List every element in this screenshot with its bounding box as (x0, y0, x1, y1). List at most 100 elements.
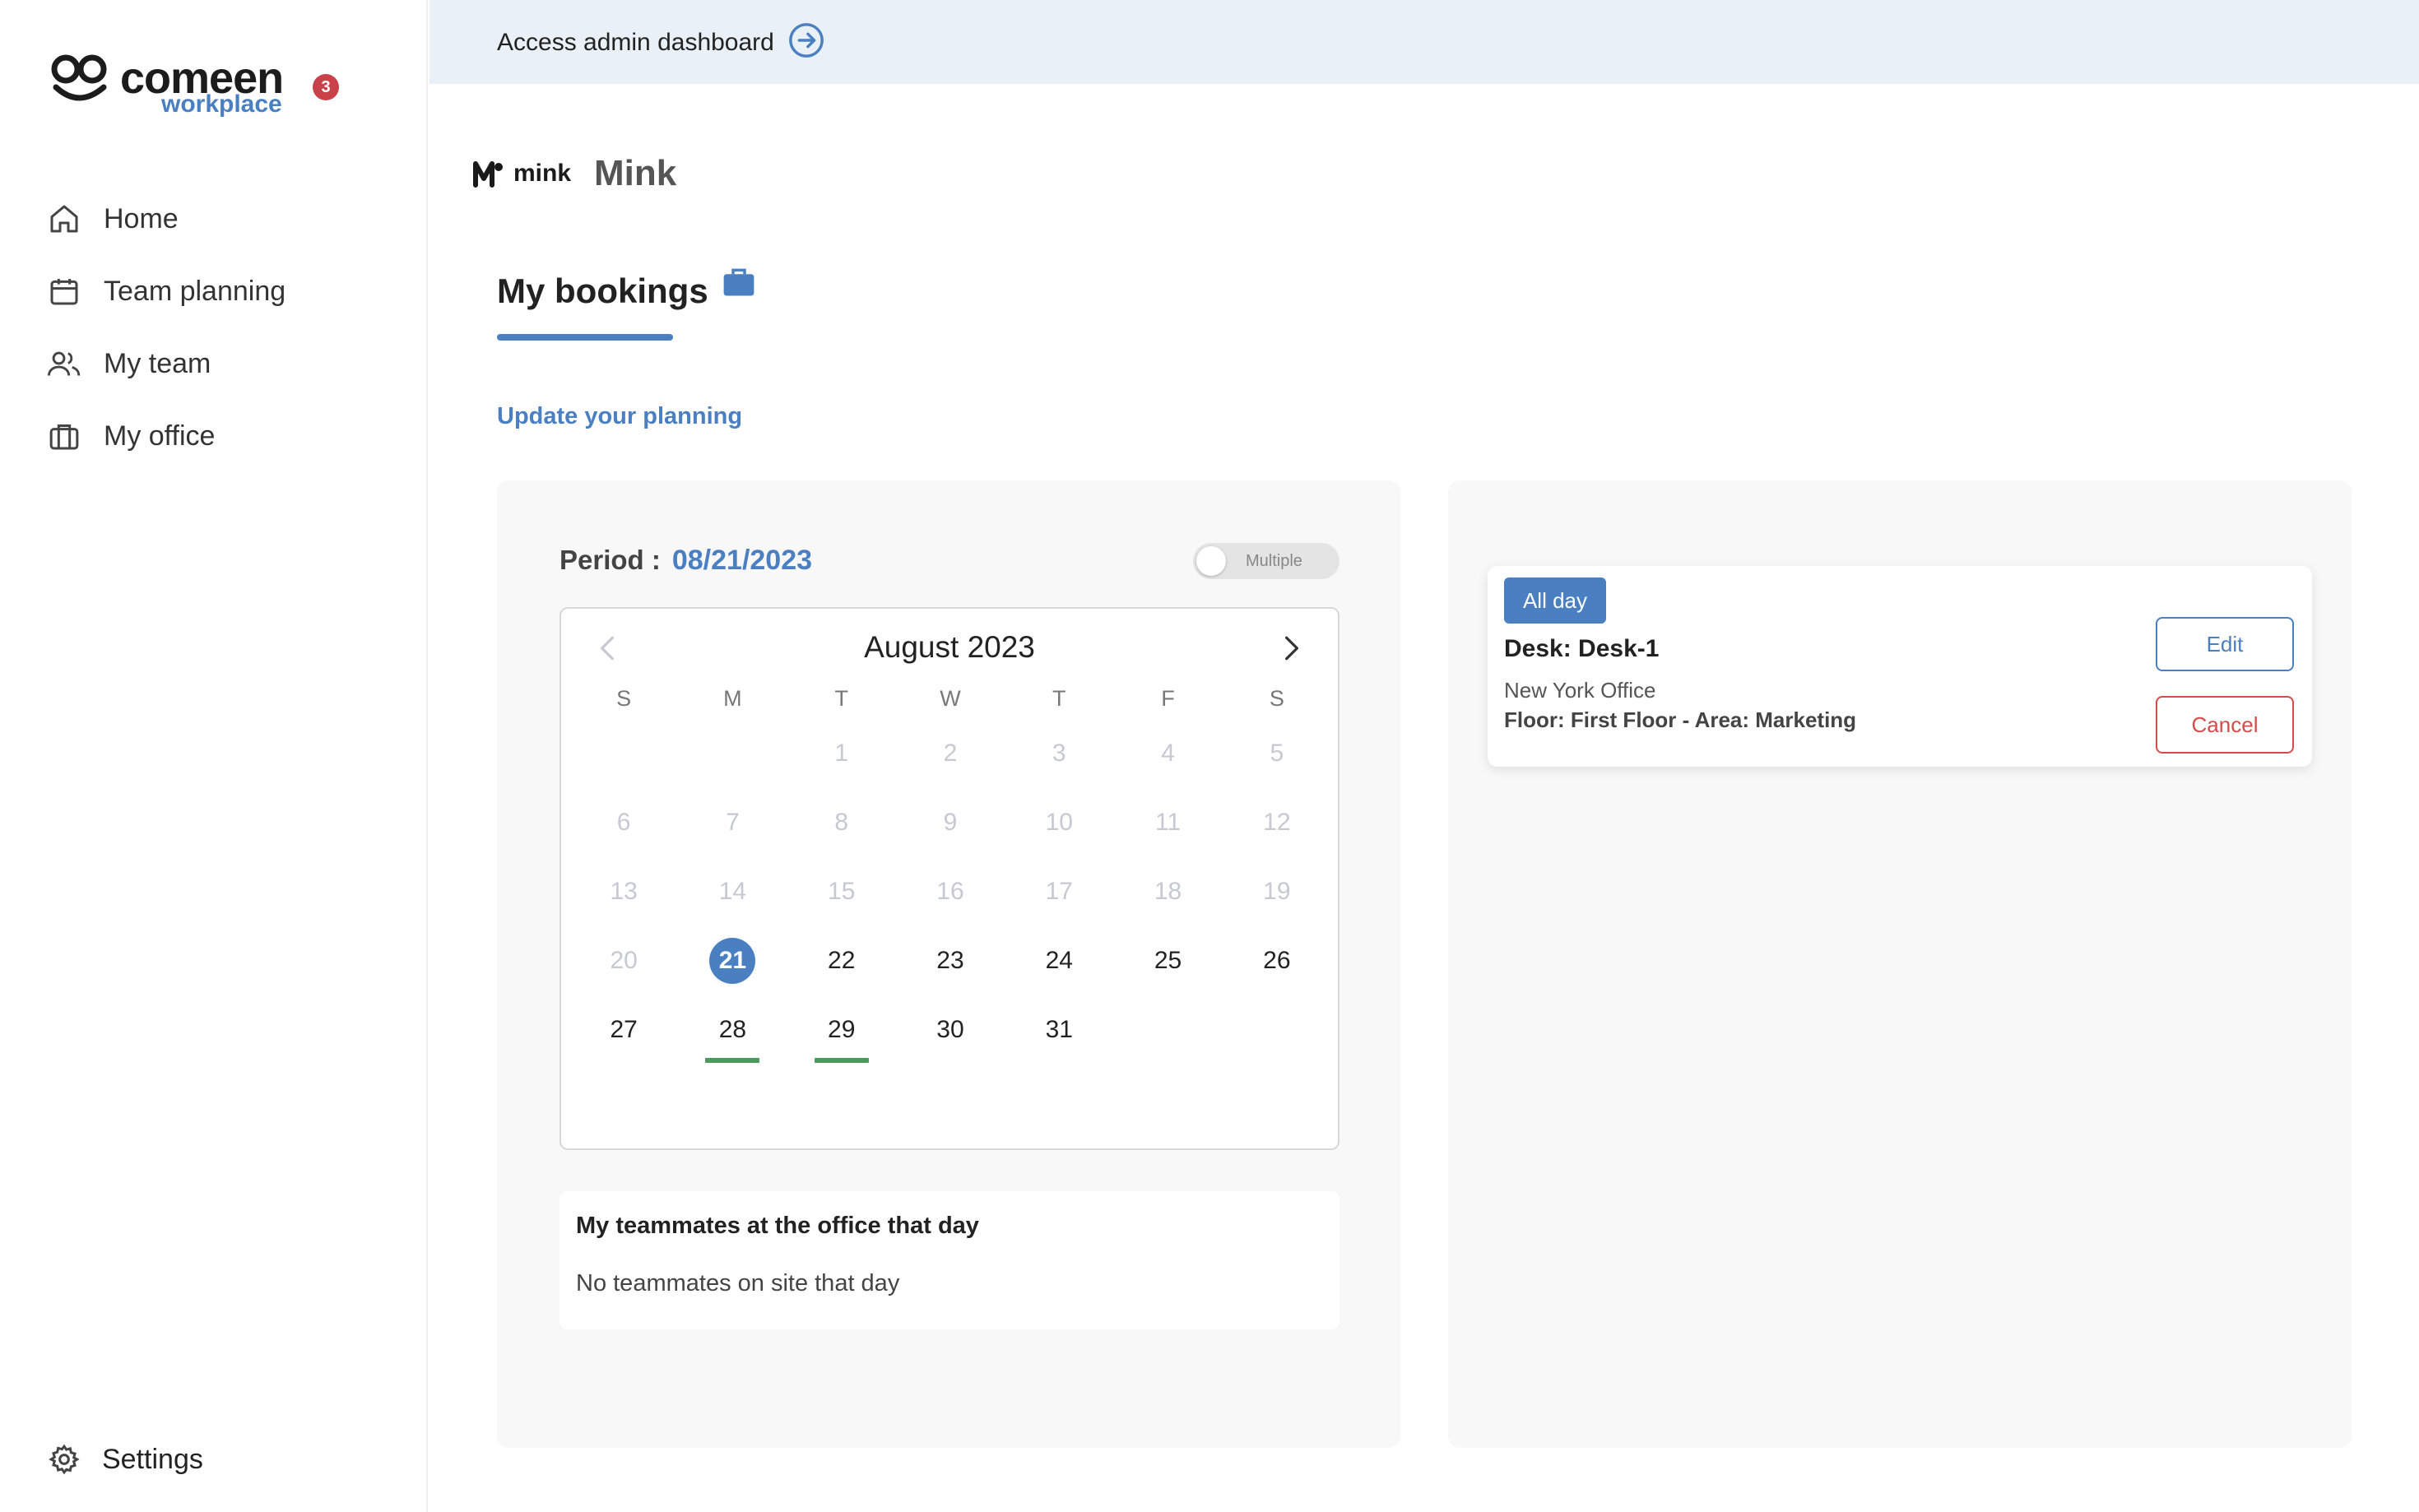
admin-dashboard-link[interactable]: Access admin dashboard (497, 21, 825, 63)
next-month-button[interactable] (1275, 632, 1308, 665)
notification-badge[interactable]: 3 (313, 74, 339, 100)
sidebar-nav: Home Team planning My team My office (46, 183, 286, 472)
toggle-label: Multiple (1246, 552, 1302, 570)
calendar-day-number: 20 (610, 947, 638, 974)
calendar-day-number: 6 (616, 809, 631, 836)
sidebar-item-label: Team planning (104, 275, 286, 307)
calendar-day-number: 7 (726, 809, 740, 836)
calendar-day: 18 (1113, 869, 1222, 915)
calendar-day: 14 (678, 869, 787, 915)
weekday-label: T (1052, 685, 1066, 711)
calendar-week-row: 27 28 29 30 31 (569, 995, 1331, 1064)
calendar-day: 17 (1005, 869, 1113, 915)
admin-banner: Access admin dashboard (429, 0, 2419, 84)
calendar-panel: Period : 08/21/2023 Multiple August 2023… (497, 480, 1400, 1448)
calendar-day: 6 (569, 800, 678, 846)
calendar-day[interactable]: 29 (787, 1007, 896, 1063)
multiple-toggle[interactable]: Multiple (1193, 543, 1340, 579)
weekday-label: S (616, 685, 632, 711)
calendar-day: 7 (678, 800, 787, 846)
mink-logo-icon (473, 161, 503, 188)
calendar-day-selected[interactable]: 21 (678, 938, 787, 984)
update-planning-link[interactable]: Update your planning (497, 403, 742, 430)
admin-dashboard-label: Access admin dashboard (497, 28, 774, 56)
calendar-day: 11 (1113, 800, 1222, 846)
logo-mark-icon (51, 54, 107, 101)
calendar-day-number: 26 (1263, 947, 1291, 974)
calendar-day[interactable]: 26 (1223, 938, 1331, 984)
calendar-day-number: 23 (936, 947, 964, 974)
cancel-button[interactable]: Cancel (2156, 696, 2294, 754)
calendar-grid: S M T W T F S 1 2 3 4 5 6 7 8 9 10 11 12 13 14 15 16 17 18 19 20 21… (569, 678, 1331, 1064)
company-logo-text: mink (513, 160, 572, 187)
sidebar-item-team-planning[interactable]: Team planning (46, 255, 286, 327)
sidebar-item-home[interactable]: Home (46, 183, 286, 255)
calendar-day-number: 22 (828, 947, 856, 974)
teammates-card: My teammates at the office that day No t… (559, 1191, 1340, 1329)
calendar-week-row: 13 14 15 16 17 18 19 (569, 857, 1331, 926)
calendar-week-row: 20 21 22 23 24 25 26 (569, 926, 1331, 995)
period-label: Period : (559, 545, 661, 575)
calendar-day-number: 13 (610, 878, 638, 905)
chevron-right-icon (1285, 636, 1298, 661)
weekday-label: S (1269, 685, 1284, 711)
calendar-day-number: 10 (1045, 809, 1073, 836)
calendar-day[interactable]: 23 (896, 938, 1005, 984)
month-label: August 2023 (864, 630, 1035, 664)
calendar-day[interactable]: 22 (787, 938, 896, 984)
tab-my-bookings[interactable]: My bookings (497, 268, 756, 311)
calendar-icon (46, 273, 82, 309)
booked-day-marker (705, 1058, 760, 1063)
booking-desk: Desk: Desk-1 (1504, 635, 1660, 662)
calendar-day-number: 25 (1154, 947, 1182, 974)
sidebar-item-my-team[interactable]: My team (46, 327, 286, 400)
toggle-knob (1196, 546, 1226, 576)
comeen-logo[interactable]: comeen workplace (49, 49, 288, 123)
calendar-day-number: 1 (834, 740, 849, 767)
company-logo: mink (472, 159, 571, 188)
calendar-day: 3 (1005, 730, 1113, 777)
sidebar-item-label: Home (104, 202, 179, 234)
weekday-label: F (1161, 685, 1175, 711)
booking-card: All day Desk: Desk-1 New York Office Flo… (1488, 566, 2312, 767)
booked-day-marker (814, 1058, 869, 1063)
calendar-day-number: 12 (1263, 809, 1291, 836)
period-row: Period : 08/21/2023 (559, 545, 812, 577)
brand-sub: workplace (161, 90, 282, 118)
company-header: mink Mink (472, 153, 676, 194)
weekday-label: M (723, 685, 742, 711)
booking-office: New York Office (1504, 678, 1656, 703)
booking-floor: Floor: First Floor - Area: Marketing (1504, 707, 1857, 732)
calendar-day-number: 11 (1154, 809, 1182, 836)
calendar-day: 4 (1113, 730, 1222, 777)
tab-label: My bookings (497, 271, 708, 310)
calendar-day: 5 (1223, 730, 1331, 777)
calendar-day-number: 29 (828, 1016, 856, 1043)
calendar-day: 16 (896, 869, 1005, 915)
calendar-day-number: 2 (943, 740, 958, 767)
calendar-day[interactable]: 27 (569, 1007, 678, 1053)
calendar-day[interactable]: 31 (1005, 1007, 1113, 1053)
calendar-day: 15 (787, 869, 896, 915)
calendar-day-number: 16 (936, 878, 964, 905)
calendar-day[interactable]: 30 (896, 1007, 1005, 1053)
calendar-week-row: 6 7 8 9 10 11 12 (569, 788, 1331, 857)
company-name: Mink (594, 153, 677, 193)
sidebar-item-label: My team (104, 347, 211, 379)
date-picker: August 2023 S M T W T F S 1 2 3 4 5 6 7 8 9 10 11 12 13 14 15… (559, 607, 1340, 1150)
calendar-day-number: 28 (718, 1016, 747, 1043)
calendar-day[interactable]: 25 (1113, 938, 1222, 984)
calendar-week-row: 1 2 3 4 5 (569, 719, 1331, 788)
edit-button[interactable]: Edit (2156, 617, 2294, 671)
calendar-day[interactable]: 24 (1005, 938, 1113, 984)
all-day-badge: All day (1504, 577, 1606, 624)
calendar-day-number: 21 (709, 938, 756, 984)
calendar-day-number: 24 (1045, 947, 1073, 974)
calendar-day: 2 (896, 730, 1005, 777)
sidebar-item-settings[interactable]: Settings (46, 1423, 203, 1496)
teammates-empty-text: No teammates on site that day (576, 1270, 900, 1296)
weekday-label: T (834, 685, 848, 711)
sidebar-item-my-office[interactable]: My office (46, 400, 286, 472)
calendar-day[interactable]: 28 (678, 1007, 787, 1063)
bookings-panel: All day Desk: Desk-1 New York Office Flo… (1448, 480, 2352, 1448)
